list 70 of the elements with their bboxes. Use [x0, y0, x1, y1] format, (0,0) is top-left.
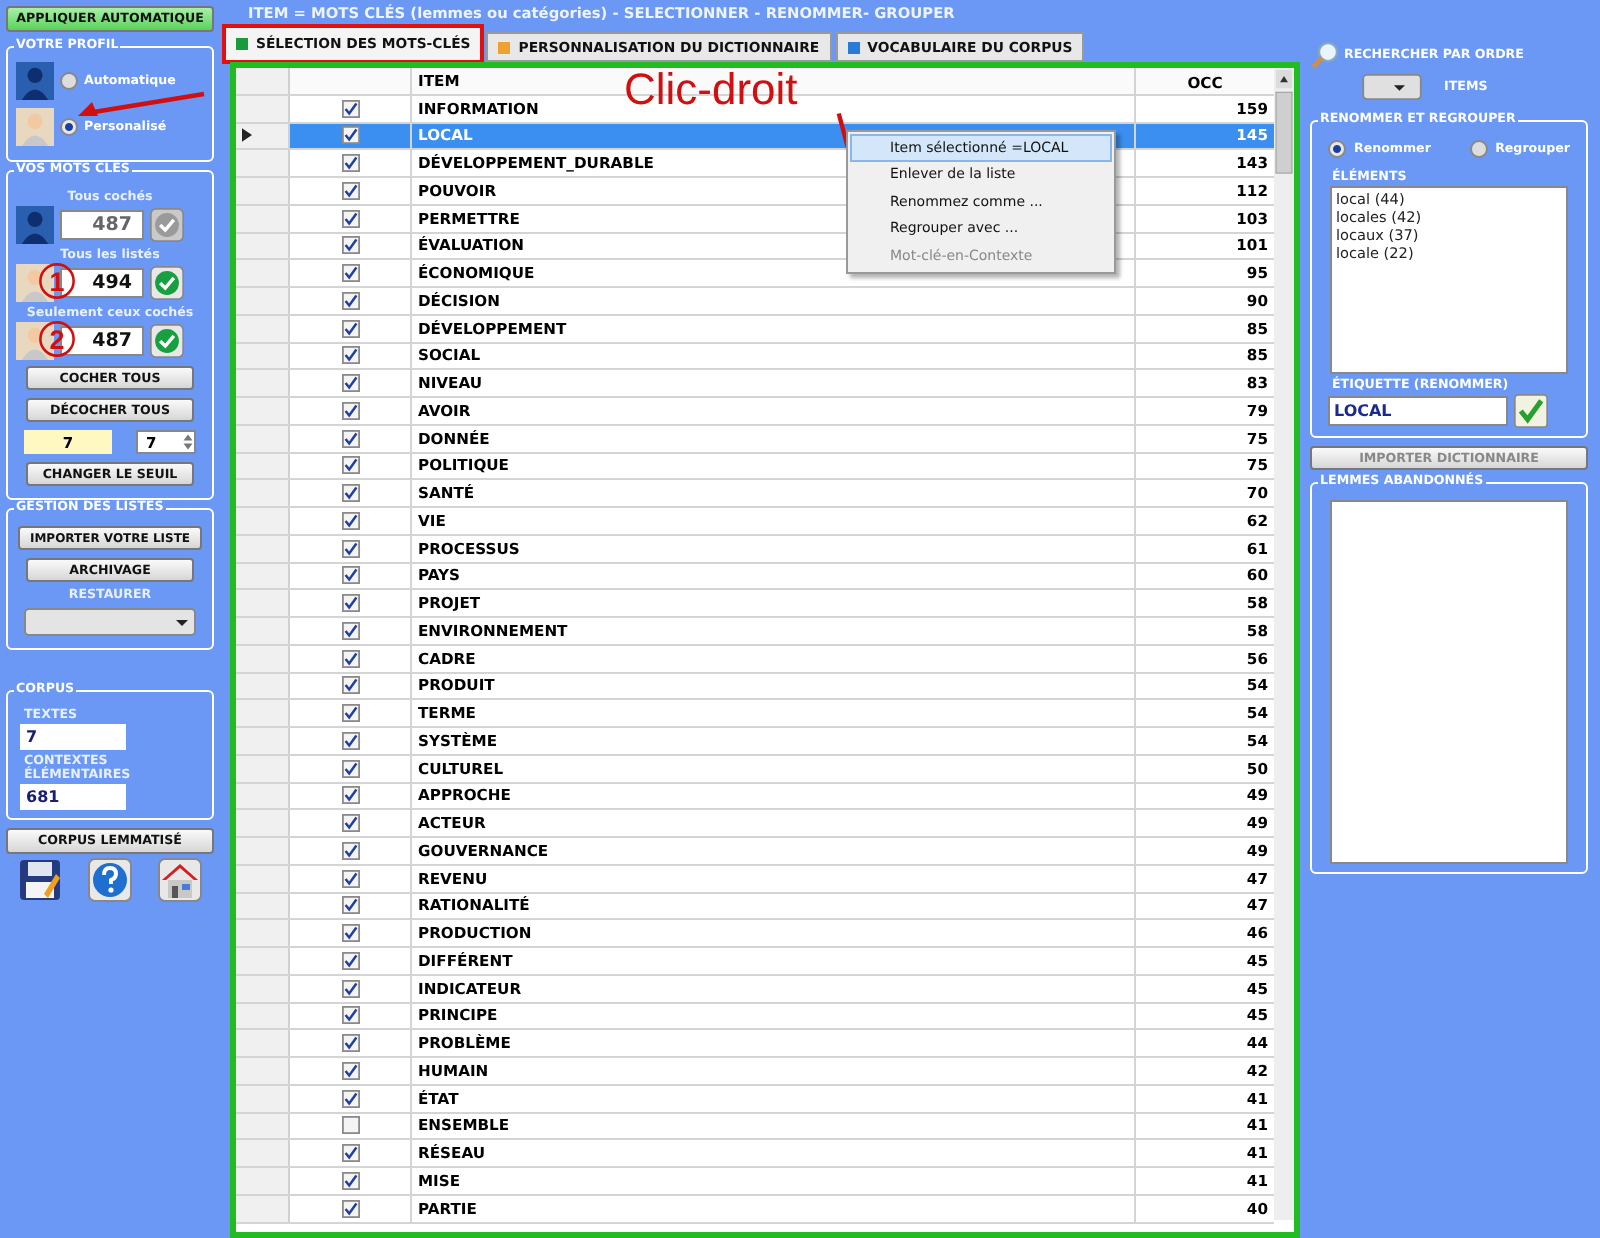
checkbox[interactable]: [341, 951, 359, 970]
annotation-circle: 2: [38, 320, 76, 358]
checkbox[interactable]: [341, 924, 359, 943]
checkbox[interactable]: [341, 456, 359, 475]
search-icon[interactable]: [1310, 40, 1340, 70]
checkbox[interactable]: [341, 346, 359, 365]
order-dropdown[interactable]: [1360, 74, 1424, 100]
checkbox[interactable]: [341, 676, 359, 695]
checkbox[interactable]: [341, 1144, 359, 1163]
checkbox[interactable]: [341, 759, 359, 778]
checkbox[interactable]: [341, 786, 359, 805]
checkbox[interactable]: [341, 621, 359, 640]
checkbox[interactable]: [341, 896, 359, 915]
checkbox[interactable]: [341, 99, 359, 118]
checkbox[interactable]: [341, 236, 359, 255]
checkbox[interactable]: [341, 1116, 359, 1135]
checkbox[interactable]: [341, 649, 359, 668]
radio-button[interactable]: [1469, 140, 1488, 158]
checkbox[interactable]: [341, 1061, 359, 1080]
checkbox[interactable]: [341, 1199, 359, 1218]
checkbox[interactable]: [341, 594, 359, 613]
checkbox[interactable]: [341, 484, 359, 503]
restore-dropdown[interactable]: [24, 608, 196, 636]
radio-button[interactable]: [60, 72, 78, 90]
checkbox[interactable]: [341, 869, 359, 888]
radio-button[interactable]: [1328, 140, 1346, 158]
scrollbar[interactable]: [1274, 68, 1294, 1220]
checkbox[interactable]: [341, 1171, 359, 1190]
count-field: 487: [60, 210, 144, 240]
checkbox[interactable]: [341, 841, 359, 860]
home-icon[interactable]: [158, 858, 202, 902]
checkbox[interactable]: [341, 511, 359, 530]
user-icon: [16, 264, 54, 302]
checkbox[interactable]: [341, 429, 359, 448]
current-row-icon: [242, 128, 252, 143]
help-icon[interactable]: [88, 858, 132, 902]
checkbox[interactable]: [341, 1006, 359, 1025]
checkbox[interactable]: [341, 566, 359, 585]
save-icon[interactable]: [18, 858, 62, 902]
user-icon: [16, 322, 54, 360]
user-icon: [16, 62, 54, 100]
checkbox[interactable]: [341, 731, 359, 750]
tag-field[interactable]: LOCAL: [1328, 396, 1508, 426]
checkbox[interactable]: [341, 126, 359, 145]
contexts-field: 681: [20, 784, 126, 810]
row-header[interactable]: [236, 123, 290, 149]
checkbox[interactable]: [341, 319, 359, 338]
checkbox[interactable]: [341, 1034, 359, 1053]
count-field: 494: [60, 268, 144, 298]
texts-field: 7: [20, 724, 126, 750]
checkbox[interactable]: [341, 264, 359, 283]
annotation-circle: 1: [38, 262, 76, 300]
checkbox[interactable]: [341, 291, 359, 310]
checkbox[interactable]: [341, 154, 359, 173]
checkbox[interactable]: [341, 209, 359, 228]
user-icon: [16, 108, 54, 146]
radio-button[interactable]: [60, 118, 78, 136]
checkbox[interactable]: [341, 539, 359, 558]
checkbox[interactable]: [341, 704, 359, 723]
check-button[interactable]: [150, 266, 184, 300]
confirm-button[interactable]: [1514, 394, 1548, 428]
checkbox[interactable]: [341, 181, 359, 200]
checkbox[interactable]: [341, 1089, 359, 1108]
checkbox[interactable]: [341, 979, 359, 998]
user-icon: [16, 206, 54, 244]
check-button[interactable]: [150, 324, 184, 358]
checkbox[interactable]: [341, 374, 359, 393]
annotation-arrow: [76, 90, 208, 122]
checkbox[interactable]: [341, 814, 359, 833]
checkbox[interactable]: [341, 401, 359, 420]
